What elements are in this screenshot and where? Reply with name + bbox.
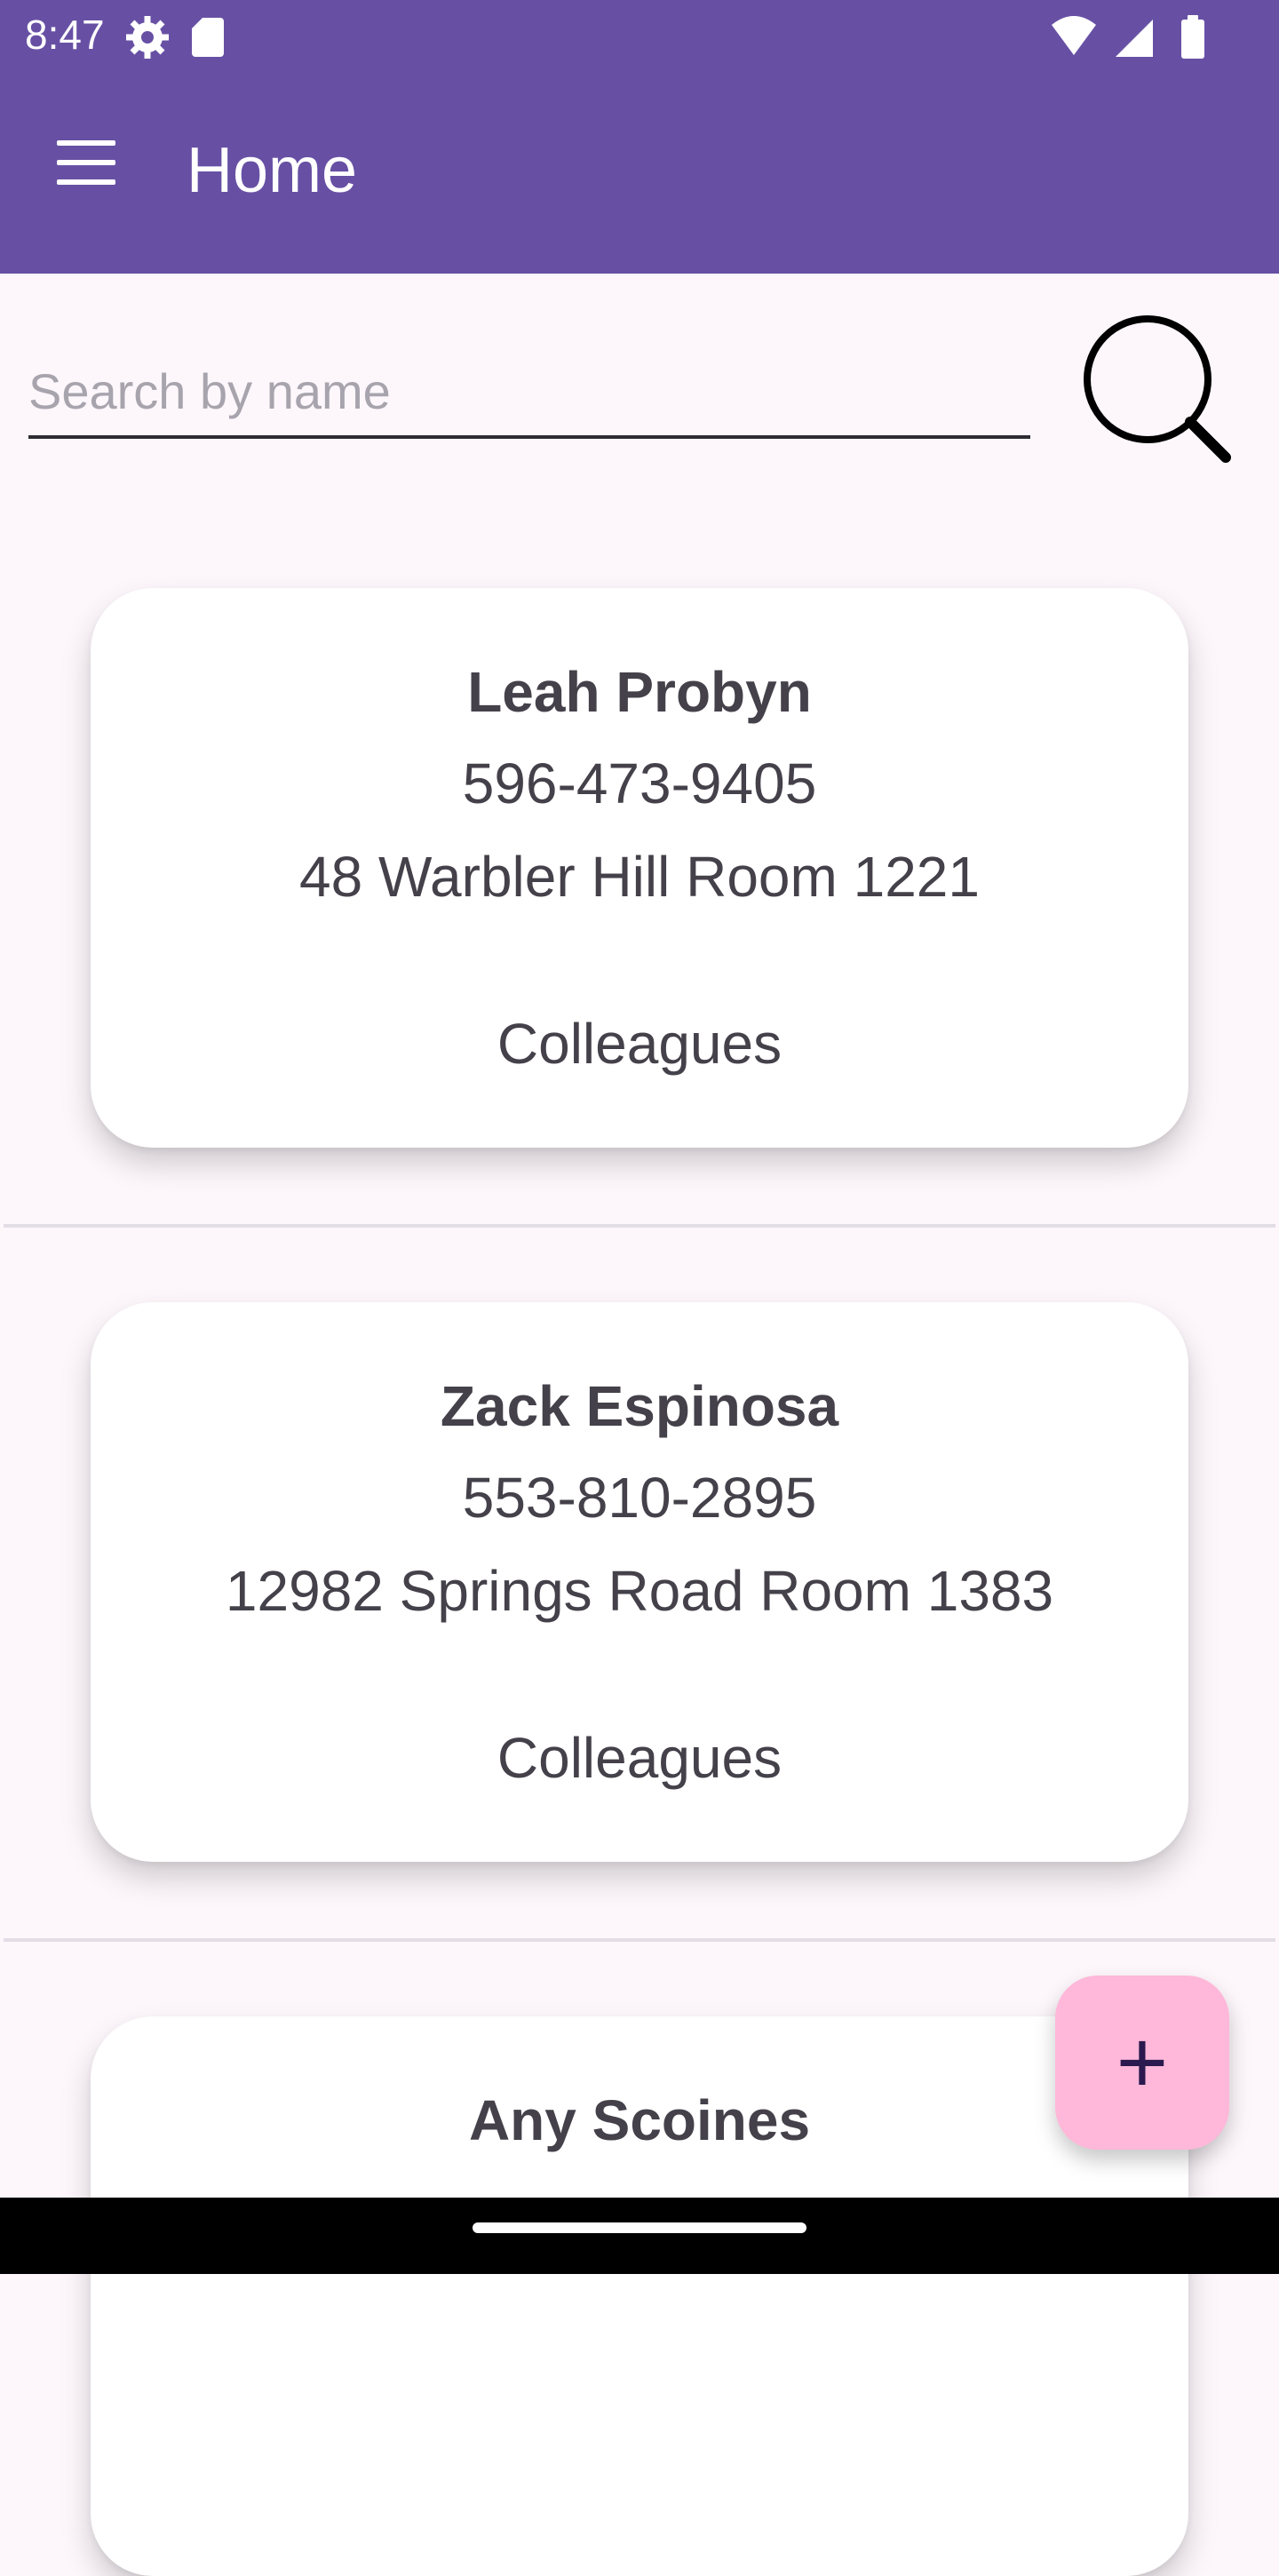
contact-address: 12982 Springs Road Room 1383 [225,1559,1054,1623]
home-gesture-handle[interactable] [473,2222,806,2233]
contact-name: Zack Espinosa [440,1374,839,1438]
page-title: Home [187,135,358,206]
list-divider [4,1224,1275,1228]
add-contact-button[interactable]: + [1055,1976,1229,2150]
search-input[interactable] [28,346,1030,439]
sd-card-icon [192,18,224,57]
contact-name: Any Scoines [468,2088,811,2152]
hamburger-menu-icon[interactable] [43,140,128,204]
battery-icon [1181,20,1204,59]
wifi-icon [1052,16,1096,55]
signal-icon [1116,20,1153,57]
list-divider [4,1938,1275,1942]
add-icon: + [1116,2012,1169,2112]
contact-phone: 596-473-9405 [462,751,817,815]
contact-card[interactable]: Zack Espinosa 553-810-2895 12982 Springs… [91,1302,1188,1862]
status-left-icons [124,12,231,67]
contact-card[interactable]: Any Scoines [91,2016,1188,2576]
navigation-bar [0,2198,1279,2274]
contact-phone: 553-810-2895 [462,1466,817,1530]
settings-gear-icon [126,16,169,59]
status-right-icons [1050,12,1236,67]
status-bar: 8:47 [0,0,1279,75]
app-bar: Home [0,75,1279,274]
contact-group: Colleagues [497,1012,782,1076]
search-icon[interactable] [1084,315,1235,466]
contact-address: 48 Warbler Hill Room 1221 [299,845,980,909]
contact-name: Leah Probyn [467,660,812,724]
status-time: 8:47 [25,12,105,58]
contact-card[interactable]: Leah Probyn 596-473-9405 48 Warbler Hill… [91,588,1188,1148]
contact-group: Colleagues [497,1726,782,1790]
